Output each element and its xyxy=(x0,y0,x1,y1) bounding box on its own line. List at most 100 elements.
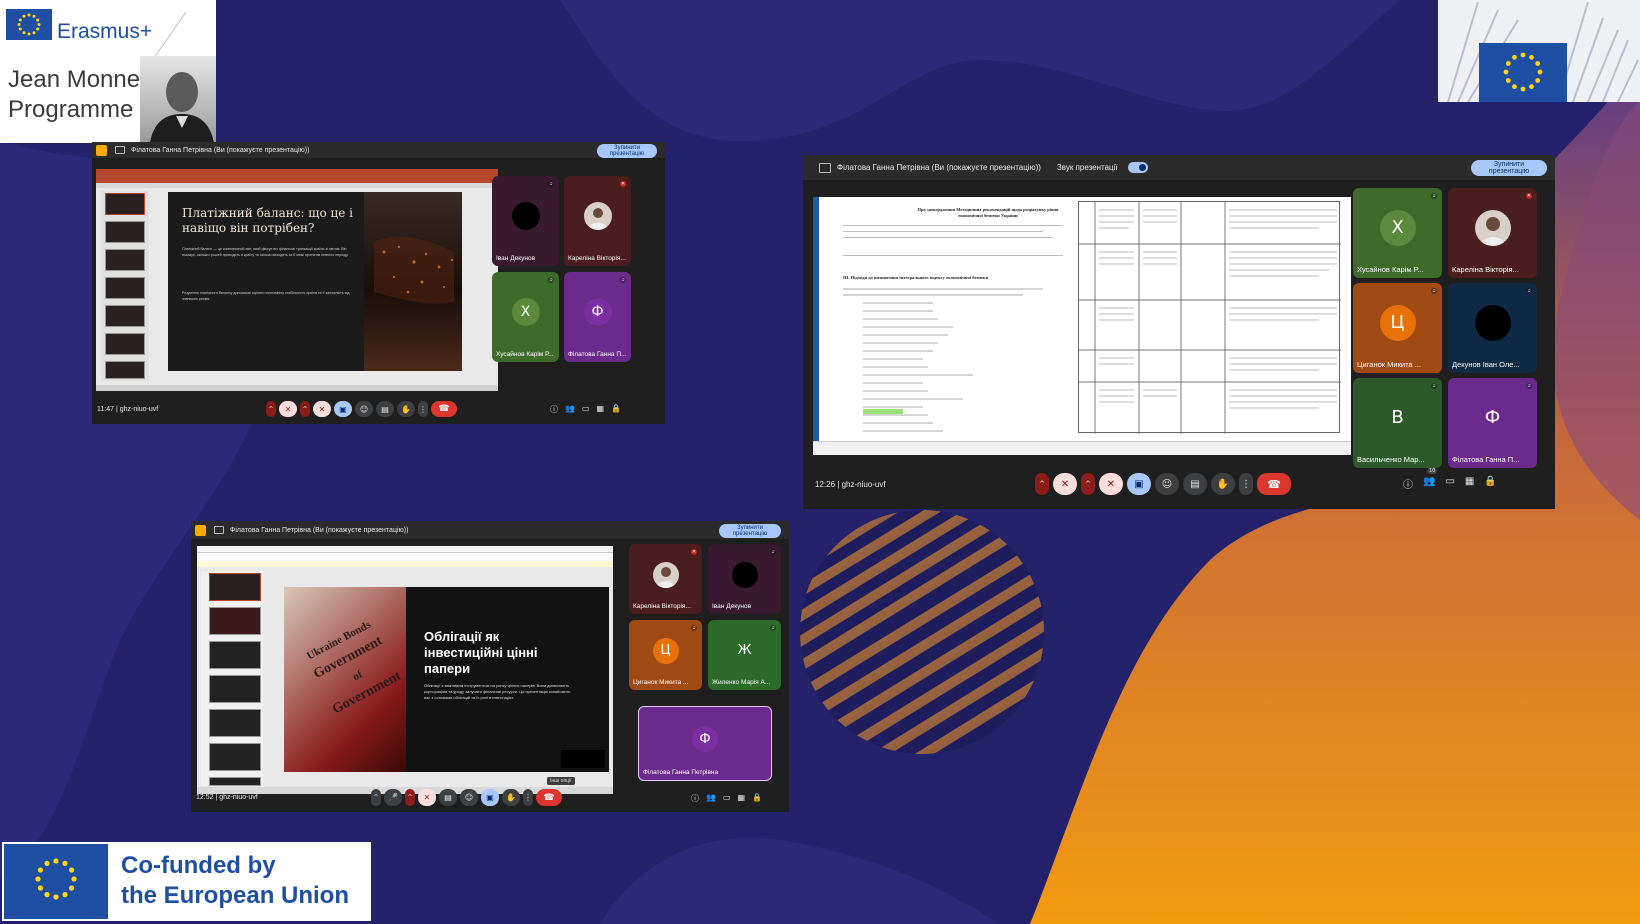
participant-tile[interactable]: Ц ♫ Циганок Микита ... xyxy=(629,620,702,690)
meet-right-controls: ⓘ 👥 10 ▭ ▦ 🔒 xyxy=(1403,468,1497,491)
host-controls-icon[interactable]: 🔒 xyxy=(1484,476,1496,491)
participant-initial-avatar: Ф xyxy=(1474,399,1511,436)
more-options-button[interactable]: ⋮ xyxy=(1239,473,1253,495)
audio-options-button[interactable]: ^ xyxy=(371,789,381,806)
bonds-image: Ukraine Bonds Government of Government xyxy=(284,587,406,772)
meeting-info-icon[interactable]: ⓘ xyxy=(550,404,558,415)
meet-topbar: Філатова Ганна Петрівна (Ви (покажуєте п… xyxy=(191,521,789,539)
mic-muted-icon: ✕ xyxy=(1526,193,1532,199)
presenter-label: Філатова Ганна Петрівна (Ви (покажуєте п… xyxy=(837,163,1041,172)
audio-options-button[interactable]: ^ xyxy=(266,401,276,417)
presentation-sound-toggle[interactable] xyxy=(1127,162,1148,173)
eu-flag-icon xyxy=(6,9,52,40)
ppt-titlebar xyxy=(197,546,613,553)
participant-avatar xyxy=(511,201,540,230)
participant-tile[interactable]: Х ♫ Хусайнов Карім Р... xyxy=(492,272,559,362)
ppt-ribbon xyxy=(197,553,613,561)
people-icon[interactable]: 👥 xyxy=(706,793,716,804)
captions-button[interactable]: ▤ xyxy=(439,789,457,806)
leave-call-button[interactable]: ☎ xyxy=(431,401,457,417)
slide-body-2: Розуміння платіжного балансу допомагає о… xyxy=(182,291,350,301)
present-screen-button[interactable]: ▣ xyxy=(334,401,352,417)
participant-tile[interactable]: ✕ Кареліна Вікторія... xyxy=(564,176,631,266)
chat-icon[interactable]: ▭ xyxy=(723,793,731,804)
present-screen-button[interactable]: ▣ xyxy=(481,789,499,806)
more-options-button[interactable]: ⋮ xyxy=(523,789,533,806)
presenting-icon xyxy=(115,146,125,154)
captions-button[interactable]: ▤ xyxy=(376,401,394,417)
leave-call-button[interactable]: ☎ xyxy=(1257,473,1291,495)
participant-tile[interactable]: Ж ♫ Жиленко Марія А... xyxy=(708,620,781,690)
captions-button[interactable]: ▤ xyxy=(1183,473,1207,495)
video-options-button[interactable]: ^ xyxy=(1081,473,1095,495)
participant-tile[interactable]: ✕ Кареліна Вікторія... xyxy=(629,544,702,614)
stop-presenting-button[interactable]: Зупинити презентацію xyxy=(597,144,657,158)
doc-title: Про затвердження Методичних рекомендацій… xyxy=(917,207,1059,218)
participant-tile[interactable]: ✕ Кареліна Вікторія... xyxy=(1448,188,1537,278)
participant-count-badge: 10 xyxy=(1427,468,1438,474)
doc-section-heading: ІІІ. Підходи до визначення інтегрального… xyxy=(843,275,989,280)
audio-options-button[interactable]: ^ xyxy=(1035,473,1049,495)
people-icon[interactable]: 👥 xyxy=(565,404,575,415)
meeting-info-icon[interactable]: ⓘ xyxy=(691,793,699,804)
participant-initial-avatar: Ж xyxy=(731,637,758,664)
camera-off-button[interactable]: ✕ xyxy=(313,401,331,417)
participant-name: Васильченко Мар... xyxy=(1357,455,1425,464)
slide-thumbnails[interactable] xyxy=(101,191,149,381)
meet-app-icon xyxy=(195,524,206,536)
more-options-button[interactable]: ⋮ xyxy=(418,401,428,417)
mic-indicator-icon: ♫ xyxy=(691,625,697,631)
participant-tile-self[interactable]: Ф Філатова Ганна Петрівна xyxy=(638,706,772,781)
emoji-button[interactable]: ☺ xyxy=(355,401,373,417)
participant-name: Хусайнов Карім Р... xyxy=(496,351,554,358)
stop-presenting-button[interactable]: Зупинити презентацію xyxy=(719,524,781,538)
participant-tile[interactable]: Ф ♫ Філатова Ганна П... xyxy=(564,272,631,362)
participant-tile[interactable]: Ц ♫ Циганок Микита ... xyxy=(1353,283,1442,373)
meeting-info-icon[interactable]: ⓘ xyxy=(1403,476,1413,491)
participant-tile[interactable]: ♫ Іван Декунов xyxy=(492,176,559,266)
current-slide: Платіжний баланс: що це і навіщо він пот… xyxy=(168,192,462,371)
cofunded-eu-logo: Co-funded by the European Union xyxy=(2,842,371,921)
participant-tile[interactable]: ♫ Декунов Іван Оле... xyxy=(1448,283,1537,373)
activities-icon[interactable]: ▦ xyxy=(1465,476,1474,491)
mic-off-button[interactable]: ✕ xyxy=(279,401,297,417)
video-options-button[interactable]: ^ xyxy=(405,789,415,806)
participant-tile[interactable]: Х ♫ Хусайнов Карім Р... xyxy=(1353,188,1442,278)
participant-photo-avatar xyxy=(1474,209,1511,246)
erasmus-jean-monnet-logo: Erasmus+ Jean Monnet Programme xyxy=(0,0,216,143)
participant-tile[interactable]: ♫ Іван Декунов xyxy=(708,544,781,614)
chat-icon[interactable]: ▭ xyxy=(1445,476,1454,491)
meeting-time-code: 12:52 | ghz-niuo-uvf xyxy=(196,794,258,801)
people-icon[interactable]: 👥 10 xyxy=(1423,468,1438,491)
doc-list-lines xyxy=(843,288,1043,432)
camera-off-button[interactable]: ✕ xyxy=(418,789,436,806)
slide-body: Облігації є важливим інструментом на рин… xyxy=(424,683,571,700)
activities-icon[interactable]: ▦ xyxy=(597,404,605,415)
mic-indicator-icon: ♫ xyxy=(770,625,776,631)
host-controls-icon[interactable]: 🔒 xyxy=(611,404,621,415)
participant-tile[interactable]: Ф ♫ Філатова Ганна П... xyxy=(1448,378,1537,468)
participant-initial-avatar: В xyxy=(1379,399,1416,436)
meet-controls: ^ ✕ ^ ✕ ▣ ☺ ▤ ✋ ⋮ ☎ xyxy=(266,401,457,417)
raise-hand-button[interactable]: ✋ xyxy=(1211,473,1235,495)
emoji-button[interactable]: ☺ xyxy=(1155,473,1179,495)
slide-thumbnails[interactable] xyxy=(201,571,263,786)
stop-presenting-button[interactable]: Зупинити презентацію xyxy=(1471,160,1547,176)
meet-controls: ^ 🎤 ^ ✕ ▤ ☺ ▣ ✋ ⋮ ☎ xyxy=(371,789,562,806)
participant-photo-avatar xyxy=(652,561,679,588)
ec-eu-flag-icon xyxy=(1479,43,1567,102)
raise-hand-button[interactable]: ✋ xyxy=(502,789,520,806)
chat-icon[interactable]: ▭ xyxy=(582,404,590,415)
leave-call-button[interactable]: ☎ xyxy=(536,789,562,806)
present-screen-button[interactable]: ▣ xyxy=(1127,473,1151,495)
raise-hand-button[interactable]: ✋ xyxy=(397,401,415,417)
participant-tile[interactable]: В ♫ Васильченко Мар... xyxy=(1353,378,1442,468)
activities-icon[interactable]: ▦ xyxy=(738,793,746,804)
slide-dark-box xyxy=(561,750,605,768)
video-options-button[interactable]: ^ xyxy=(300,401,310,417)
mic-button[interactable]: 🎤 xyxy=(384,789,402,806)
emoji-button[interactable]: ☺ xyxy=(460,789,478,806)
mic-off-button[interactable]: ✕ xyxy=(1053,473,1077,495)
host-controls-icon[interactable]: 🔒 xyxy=(752,793,762,804)
camera-off-button[interactable]: ✕ xyxy=(1099,473,1123,495)
